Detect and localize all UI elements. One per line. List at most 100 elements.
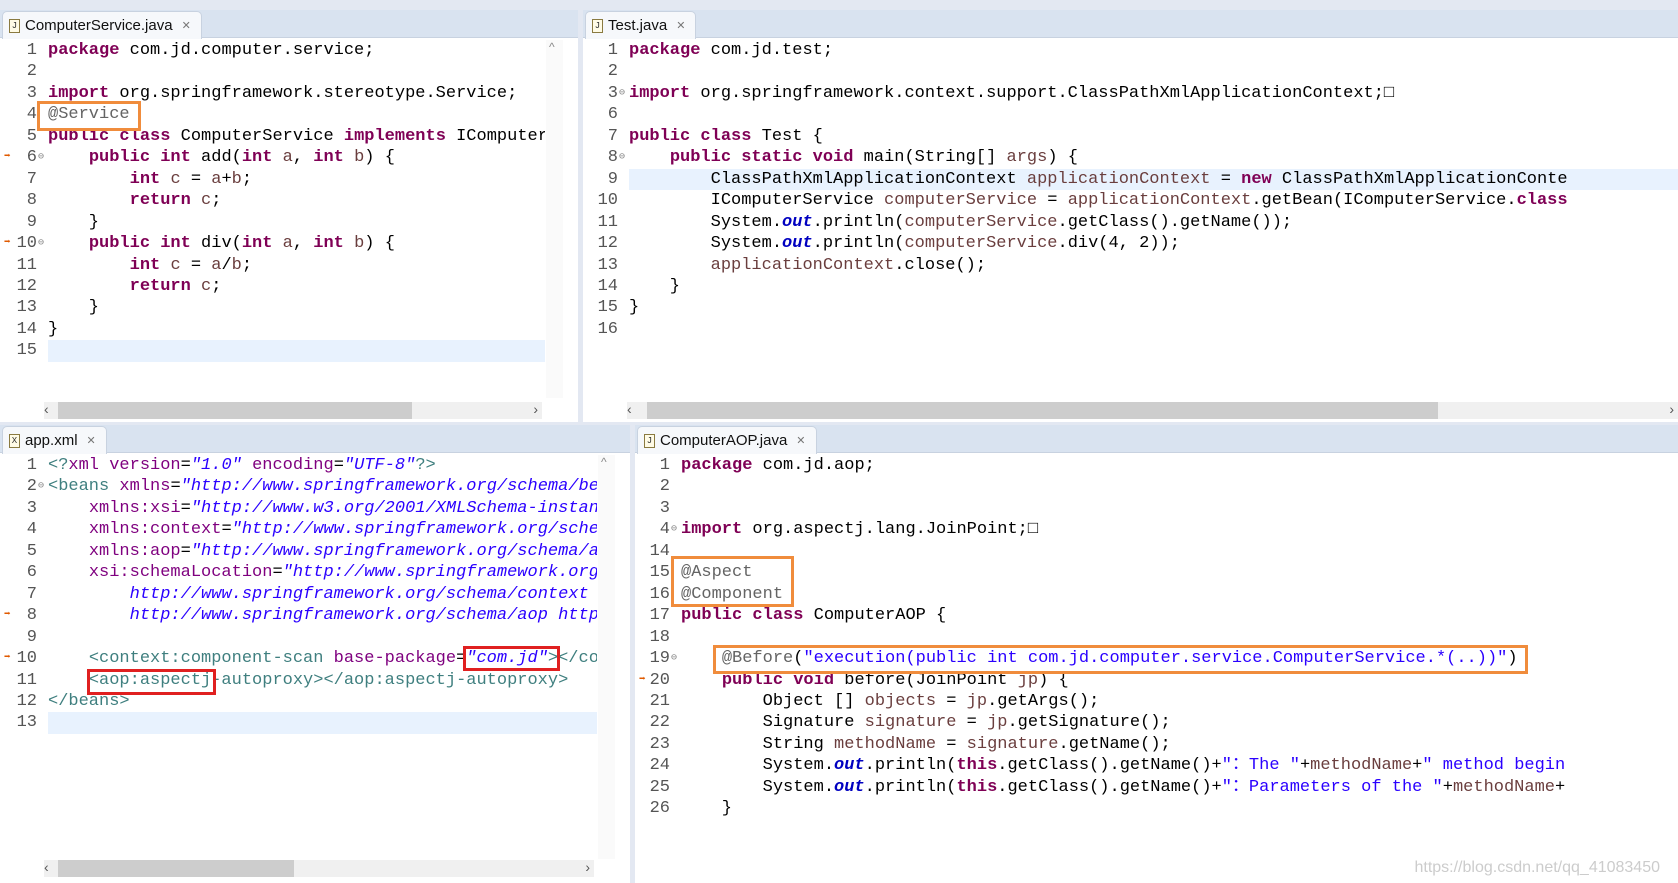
line-number: 25 (649, 777, 670, 797)
breakpoint-arrow-icon[interactable]: ➡ (639, 670, 646, 691)
code-line: 17 public class ComputerAOP { (635, 605, 1678, 626)
code-token: .close(); (894, 255, 987, 275)
breakpoint-arrow-icon[interactable]: ➡ (4, 147, 11, 168)
code-token: a (211, 255, 222, 275)
code-line: 26 } (635, 798, 1678, 819)
code-line: 25 System.out.println(this.getClass().ge… (635, 777, 1678, 798)
tab-bl[interactable]: Xapp.xml ✕ (2, 426, 107, 454)
fold-toggle-icon[interactable]: ⊖ (619, 147, 625, 168)
code-token: ?> (415, 456, 436, 475)
line-number: 26 (649, 799, 670, 819)
tab-tl[interactable]: J ComputerService.java ✕ (2, 11, 202, 39)
code-token: } (629, 276, 681, 296)
code-token: } (629, 298, 640, 318)
tab-label: ComputerService.java (25, 17, 173, 34)
code-token: xmlns:aop (88, 541, 181, 561)
line-number: 23 (649, 734, 670, 754)
line-number: 11 (16, 670, 37, 690)
code-token: com.jd.aop; (752, 456, 875, 475)
code-line: 2 (583, 61, 1678, 82)
code-text: package com.jd.aop; (681, 455, 875, 476)
code-text: <?xml version="1.0" encoding="UTF-8"?> (48, 455, 436, 476)
code-text: IComputerService computerService = appli… (629, 190, 1568, 211)
code-token: xml (68, 456, 100, 475)
breakpoint-arrow-icon[interactable]: ➡ (4, 648, 11, 669)
fold-toggle-icon[interactable]: ⊖ (38, 233, 44, 254)
code-line: 13 (17, 712, 597, 734)
code-area[interactable]: 1 package com.jd.test; 2 3 import org.spring… (583, 40, 1678, 400)
code-text: xmlns:context="http://www.springframewor… (48, 519, 597, 540)
code-token: ClassPathXmlApplicationConte (1271, 169, 1568, 189)
breakpoint-arrow-icon[interactable]: ➡ (4, 233, 11, 254)
code-line: 13 applicationContext.close(); (583, 255, 1678, 276)
fold-toggle-icon[interactable]: ⊖ (38, 476, 44, 497)
code-token: .println( (812, 234, 905, 254)
fold-toggle-icon[interactable]: ⊖ (671, 648, 677, 669)
code-text: ClassPathXmlApplicationContext applicati… (629, 169, 1568, 190)
close-icon[interactable]: ✕ (676, 19, 685, 32)
code-line: 16 (583, 319, 1678, 340)
code-token: int (313, 148, 344, 168)
close-icon[interactable]: ✕ (796, 434, 805, 447)
code-token: IComputerService (629, 191, 885, 211)
code-text: public static void main(String[] args) { (629, 147, 1078, 168)
code-token: = (936, 734, 967, 754)
tab-tr[interactable]: J Test.java ✕ (585, 11, 697, 39)
editor-test: ‹ › J Test.java ✕ 1 package com.jd.test; 2 3 imp… (583, 10, 1678, 422)
code-token: = (956, 713, 988, 733)
code-line: 1 <?xml version="1.0" encoding="UTF-8"?> (0, 455, 597, 476)
horizontal-scrollbar[interactable]: ‹ › (44, 859, 594, 877)
code-token: .println( (864, 756, 957, 776)
code-token: .getClass().getName()); (1057, 212, 1293, 232)
code-token: signature (864, 713, 957, 733)
fold-toggle-icon[interactable]: ⊖ (38, 147, 44, 168)
line-number: 8 (607, 148, 618, 168)
horizontal-scrollbar[interactable]: ‹ › (44, 401, 542, 419)
code-token: .getClass().getName()+ (997, 756, 1222, 776)
breakpoint-arrow-icon[interactable]: ➡ (4, 605, 11, 626)
close-icon[interactable]: ✕ (182, 19, 191, 32)
fold-toggle-icon[interactable]: ⊖ (671, 519, 677, 540)
vertical-scrollbar[interactable]: ^ (546, 40, 563, 398)
highlight-aspect-component (671, 556, 794, 607)
code-token: .getArgs(); (987, 691, 1100, 711)
code-token: http://www.springframework.org/schema/ao… (129, 606, 597, 626)
code-token: div( (190, 234, 242, 254)
code-token: int (241, 148, 273, 168)
editor-computerservice: ^ ‹ › J ComputerService.java ✕ 1 package com.… (0, 10, 578, 422)
code-token: String (681, 734, 835, 754)
code-line: 9 (0, 627, 597, 648)
code-token: xsi:schemaLocation (88, 563, 273, 583)
code-token: "http://www.springframework.org (282, 563, 597, 583)
code-token: com.jd.test; (700, 41, 834, 60)
tab-bar: J ComputerService.java ✕ (0, 10, 578, 39)
close-icon[interactable]: ✕ (87, 434, 96, 447)
vertical-scrollbar[interactable]: ^ (598, 455, 615, 859)
code-token: public (669, 148, 732, 168)
code-token: ) { (364, 148, 395, 168)
tab-br[interactable]: J ComputerAOP.java ✕ (637, 426, 817, 454)
line-number: 14 (597, 276, 618, 296)
code-token: package (48, 41, 120, 60)
fold-toggle-icon[interactable]: ⊖ (619, 83, 625, 104)
code-area[interactable]: 1 package com.jd.computer.service; 2 3 impor… (0, 40, 545, 400)
line-number: 12 (597, 234, 618, 254)
code-token: version (109, 456, 181, 475)
code-text: System.out.println(computerService.div(4… (629, 233, 1180, 254)
code-token: System. (681, 756, 835, 776)
horizontal-scrollbar[interactable]: ‹ › (627, 401, 1678, 419)
code-line: 8 http://www.springframework.org/schema/… (0, 605, 597, 626)
code-token: public (629, 126, 691, 146)
code-token: .getName(); (1058, 734, 1171, 754)
code-token: class (700, 126, 752, 146)
code-token: b (231, 169, 242, 189)
code-token: System. (629, 212, 783, 232)
code-line: 7 http://www.springframework.org/schema/… (0, 584, 597, 605)
